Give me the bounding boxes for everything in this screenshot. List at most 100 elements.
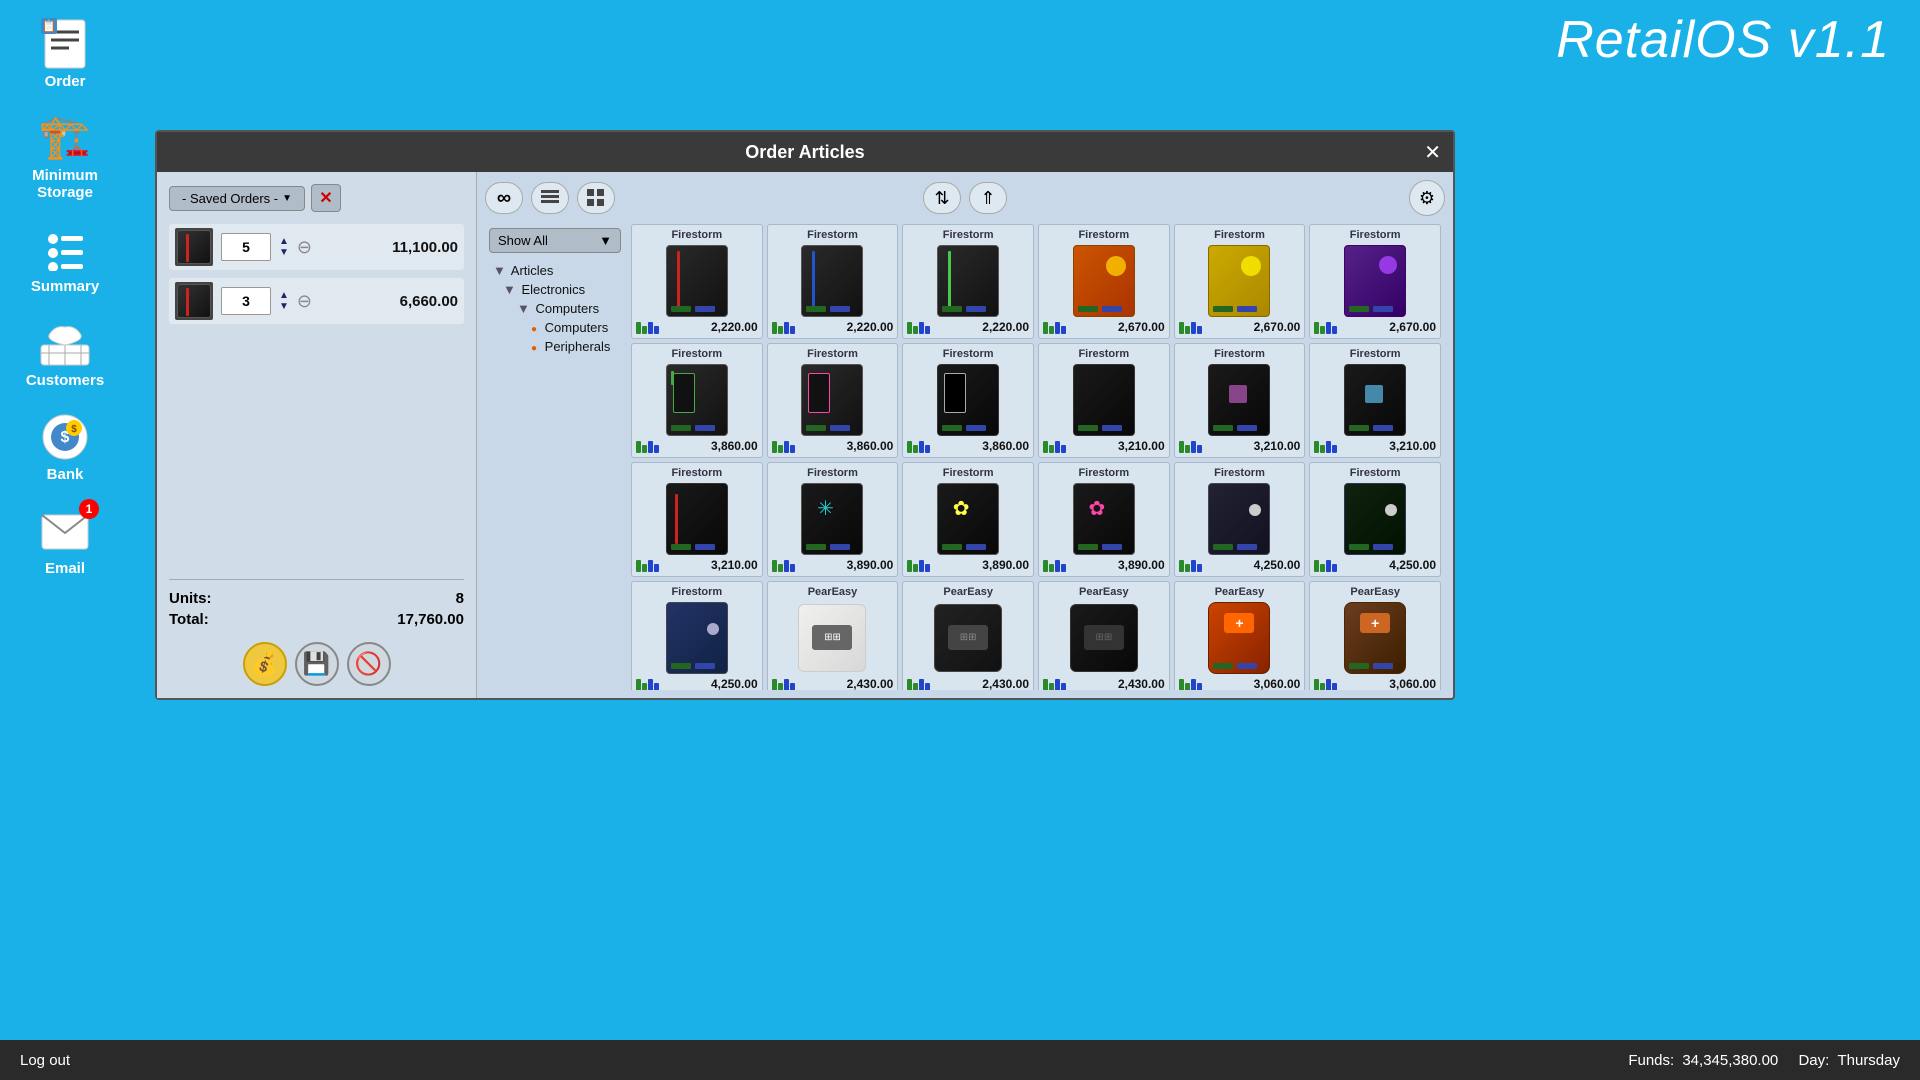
settings-button[interactable]: ⚙ <box>1409 180 1445 216</box>
qty-up-arrow-2[interactable]: ▲ <box>279 291 289 301</box>
sidebar-item-customers[interactable]: Customers <box>10 309 120 395</box>
product-footer-23: 3,060.00 <box>1179 677 1301 690</box>
tree-peripherals[interactable]: ● Peripherals <box>489 337 621 356</box>
tree-computers-folder[interactable]: ▼ Computers <box>489 299 621 318</box>
product-card-2[interactable]: Firestorm 2,220.00 <box>767 224 899 339</box>
product-card-3[interactable]: Firestorm 2,220.00 <box>902 224 1034 339</box>
product-footer-4: 2,670.00 <box>1043 320 1165 334</box>
sidebar-item-minimum-storage[interactable]: 🏗️ MinimumStorage <box>10 104 120 207</box>
product-card-4[interactable]: Firestorm 2,670.00 <box>1038 224 1170 339</box>
list-view-button[interactable] <box>531 182 569 214</box>
product-card-10[interactable]: Firestorm 3,210.00 <box>1038 343 1170 458</box>
edit-button-1[interactable]: ⊖ <box>297 237 312 258</box>
product-card-24[interactable]: PearEasy + 3,060 <box>1309 581 1441 690</box>
infinity-button[interactable]: ∞ <box>485 182 523 214</box>
product-footer-7: 3,860.00 <box>636 439 758 453</box>
product-name-23: PearEasy <box>1215 586 1265 598</box>
saved-orders-bar: - Saved Orders - ▼ ✕ <box>169 184 464 212</box>
product-image-4 <box>1064 243 1144 318</box>
saved-orders-label: - Saved Orders - <box>182 191 278 206</box>
product-price-19: 4,250.00 <box>711 677 758 690</box>
sort-button[interactable]: ⇅ <box>923 182 961 214</box>
product-card-9[interactable]: Firestorm 3,860.00 <box>902 343 1034 458</box>
product-card-18[interactable]: Firestorm 4,250.00 <box>1309 462 1441 577</box>
save-order-button[interactable]: 💾 <box>295 642 339 686</box>
tree-articles[interactable]: ▼ Articles <box>489 261 621 280</box>
product-name-7: Firestorm <box>671 348 722 360</box>
bank-icon: $ $ <box>35 409 95 464</box>
sidebar-order-label: Order <box>45 73 86 90</box>
product-card-19[interactable]: Firestorm 4,250.00 <box>631 581 763 690</box>
sidebar: 📋 Order 🏗️ MinimumStorage Summary <box>0 0 130 1040</box>
product-card-14[interactable]: Firestorm ✳ 3,890.00 <box>767 462 899 577</box>
cancel-order-button[interactable]: 🚫 <box>347 642 391 686</box>
product-name-3: Firestorm <box>943 229 994 241</box>
product-card-12[interactable]: Firestorm 3,210.00 <box>1309 343 1441 458</box>
product-card-13[interactable]: Firestorm 3,210.00 <box>631 462 763 577</box>
triangle-icon: ▼ <box>493 263 506 278</box>
product-card-1[interactable]: Firestorm 2,220.00 <box>631 224 763 339</box>
day-value: Thursday <box>1837 1052 1900 1069</box>
qty-down-arrow-2[interactable]: ▼ <box>279 302 289 312</box>
triangle-icon: ▼ <box>517 301 530 316</box>
product-footer-8: 3,860.00 <box>772 439 894 453</box>
grid-view-button[interactable] <box>577 182 615 214</box>
order-product-image-2 <box>175 282 213 320</box>
product-price-10: 3,210.00 <box>1118 439 1165 453</box>
product-card-22[interactable]: PearEasy ⊞⊞ 2,430.00 <box>1038 581 1170 690</box>
product-footer-24: 3,060.00 <box>1314 677 1436 690</box>
saved-orders-button[interactable]: - Saved Orders - ▼ <box>169 186 305 211</box>
product-card-21[interactable]: PearEasy ⊞⊞ 2,430.00 <box>902 581 1034 690</box>
funds-value: 34,345,380.00 <box>1682 1052 1778 1069</box>
product-name-1: Firestorm <box>671 229 722 241</box>
product-card-23[interactable]: PearEasy + 3,060 <box>1174 581 1306 690</box>
sidebar-item-email[interactable]: 1 Email <box>10 497 120 583</box>
product-image-21: ⊞⊞ <box>928 600 1008 675</box>
tree-computers-item[interactable]: ● Computers <box>489 318 621 337</box>
edit-button-2[interactable]: ⊖ <box>297 291 312 312</box>
order-price-1: 11,100.00 <box>392 239 458 256</box>
category-tree: Show All ▼ ▼ Articles ▼ Electronics ▼ Co… <box>485 224 625 690</box>
product-image-10 <box>1064 362 1144 437</box>
product-price-18: 4,250.00 <box>1389 558 1436 572</box>
product-card-20[interactable]: PearEasy ⊞⊞ 2,430.00 <box>767 581 899 690</box>
product-footer-3: 2,220.00 <box>907 320 1029 334</box>
totals-section: Units: 8 Total: 17,760.00 <box>169 579 464 632</box>
product-footer-18: 4,250.00 <box>1314 558 1436 572</box>
sidebar-item-order[interactable]: 📋 Order <box>10 10 120 96</box>
logout-button[interactable]: Log out <box>20 1052 70 1069</box>
product-image-11 <box>1199 362 1279 437</box>
dot-icon: ● <box>531 324 537 335</box>
product-card-5[interactable]: Firestorm 2,670.00 <box>1174 224 1306 339</box>
product-image-23: + <box>1199 600 1279 675</box>
product-price-3: 2,220.00 <box>982 320 1029 334</box>
modal-close-button[interactable]: ✕ <box>1424 140 1441 165</box>
product-card-16[interactable]: Firestorm ✿ 3,890.00 <box>1038 462 1170 577</box>
day-label: Day: <box>1798 1052 1829 1069</box>
sidebar-summary-label: Summary <box>31 278 99 295</box>
product-card-17[interactable]: Firestorm 4,250.00 <box>1174 462 1306 577</box>
product-footer-21: 2,430.00 <box>907 677 1029 690</box>
product-footer-16: 3,890.00 <box>1043 558 1165 572</box>
product-card-11[interactable]: Firestorm 3,210.00 <box>1174 343 1306 458</box>
quantity-arrows-1[interactable]: ▲ ▼ <box>279 237 289 258</box>
sidebar-item-bank[interactable]: $ $ Bank <box>10 403 120 489</box>
qty-down-arrow-1[interactable]: ▼ <box>279 248 289 258</box>
confirm-order-button[interactable]: 💰 <box>243 642 287 686</box>
product-name-5: Firestorm <box>1214 229 1265 241</box>
product-price-23: 3,060.00 <box>1254 677 1301 690</box>
sidebar-item-summary[interactable]: Summary <box>10 215 120 301</box>
product-card-7[interactable]: Firestorm 3,860.00 <box>631 343 763 458</box>
quantity-arrows-2[interactable]: ▲ ▼ <box>279 291 289 312</box>
filter-dropdown[interactable]: Show All ▼ <box>489 228 621 253</box>
product-footer-10: 3,210.00 <box>1043 439 1165 453</box>
qty-up-arrow-1[interactable]: ▲ <box>279 237 289 247</box>
product-card-6[interactable]: Firestorm 2,670.00 <box>1309 224 1441 339</box>
product-name-12: Firestorm <box>1350 348 1401 360</box>
collapse-button[interactable]: ⇑ <box>969 182 1007 214</box>
product-card-8[interactable]: Firestorm 3,860.00 <box>767 343 899 458</box>
product-card-15[interactable]: Firestorm ✿ 3,890.00 <box>902 462 1034 577</box>
tree-electronics[interactable]: ▼ Electronics <box>489 280 621 299</box>
cancel-orders-button[interactable]: ✕ <box>311 184 341 212</box>
order-row-2: 3 ▲ ▼ ⊖ 6,660.00 <box>169 278 464 324</box>
